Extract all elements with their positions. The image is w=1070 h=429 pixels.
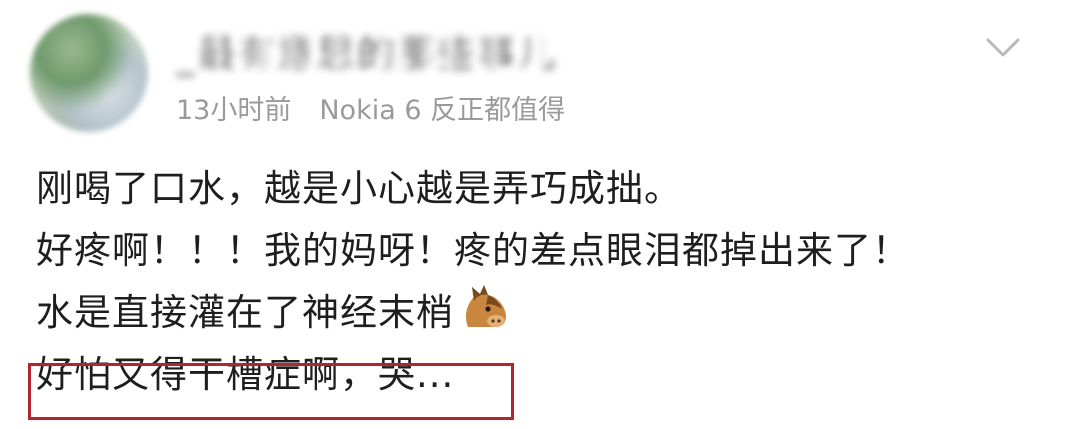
content-line-2: 好疼啊！！！我的妈呀！疼的差点眼泪都掉出来了！ [36, 220, 1046, 282]
avatar[interactable] [30, 14, 148, 132]
highlight-annotation-box [28, 363, 514, 420]
content-line-3-text: 水是直接灌在了神经末梢 [36, 291, 454, 334]
post-device[interactable]: Nokia 6 反正都值得 [319, 95, 565, 126]
post-time: 13小时前 [176, 95, 292, 126]
content-line-2-text: 好疼啊！！！我的妈呀！疼的差点眼泪都掉出来了！ [36, 229, 910, 272]
username[interactable]: _最有意思的那些事儿 [176, 24, 652, 76]
chevron-down-icon[interactable] [985, 36, 1021, 60]
content-line-1: 刚喝了口水，越是小心越是弄巧成拙。 [36, 158, 1046, 220]
username-text[interactable]: _最有意思的那些事儿 [176, 23, 557, 78]
content-line-1-text: 刚喝了口水，越是小心越是弄巧成拙。 [36, 167, 682, 210]
content-line-3: 水是直接灌在了神经末梢 [36, 282, 1046, 344]
horse-face-icon [466, 285, 506, 327]
weibo-post-card: _最有意思的那些事儿 13小时前 Nokia 6 反正都值得 刚喝了口水，越是小心… [0, 0, 1070, 429]
post-meta: 13小时前 Nokia 6 反正都值得 [176, 88, 565, 127]
